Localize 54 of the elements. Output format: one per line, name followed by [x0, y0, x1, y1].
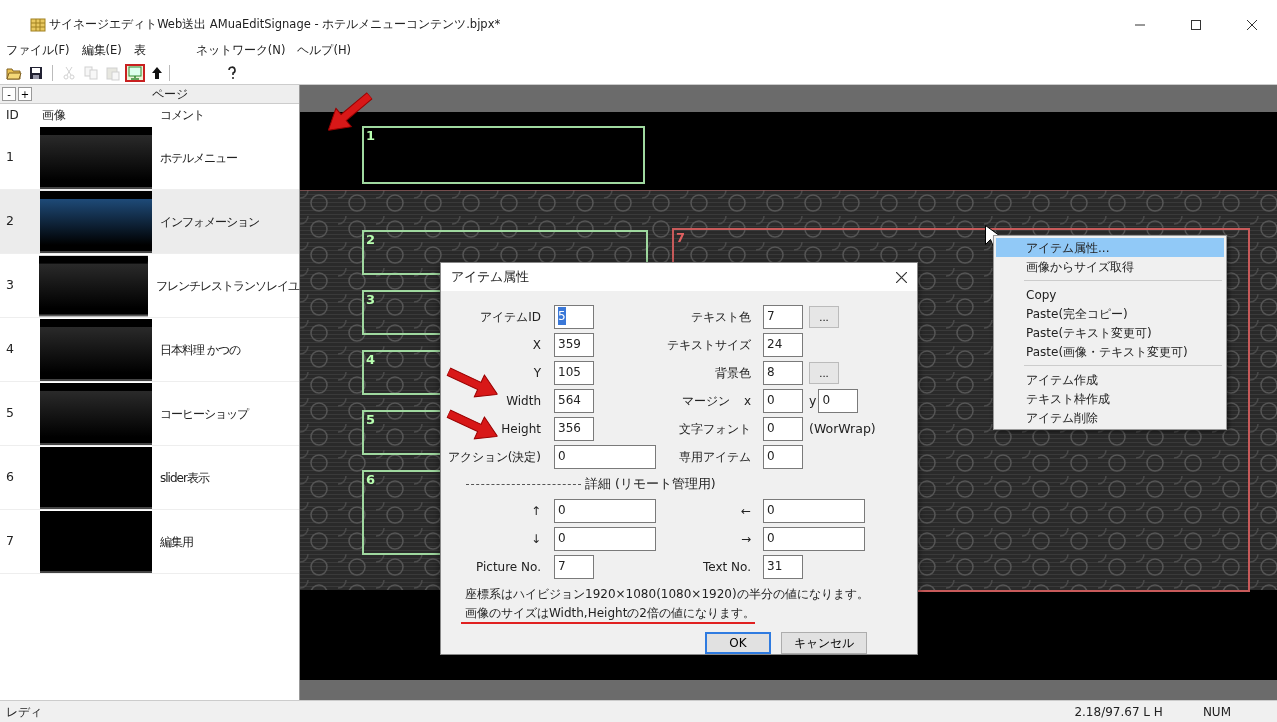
row-id: 5	[5, 404, 15, 423]
dialog-title: アイテム属性	[451, 267, 530, 286]
row-id: 3	[5, 276, 15, 295]
field-label: 背景色	[715, 365, 751, 382]
status-text: 2.18/97.67 L H	[1074, 703, 1163, 721]
column-header: 画像	[41, 107, 67, 124]
note-text: 座標系はハイビジョン1920×1080(1080×1920)の半分の値になります。	[464, 586, 869, 603]
note-text: 画像のサイズはWidth,Heightの2倍の値になります。	[461, 604, 755, 624]
section-label: 詳細 (リモート管理用)	[585, 474, 716, 493]
field-label: Height	[500, 421, 541, 438]
field-label: X	[531, 337, 541, 354]
column-header: コメント	[159, 107, 204, 124]
frame-number: 2	[366, 231, 376, 249]
column-header: ID	[5, 107, 20, 124]
row-comment: コーヒーショップ	[159, 405, 248, 423]
row-id: 1	[5, 148, 15, 167]
field-label: ↑	[529, 503, 541, 520]
frame-number: 1	[366, 127, 376, 145]
panel-header: ページ	[152, 86, 188, 103]
row-id: 7	[5, 532, 15, 551]
row-id: 4	[5, 340, 15, 359]
field-label: アクション(決定)	[446, 449, 541, 466]
frame-number: 4	[366, 351, 376, 369]
frame-number: 6	[366, 471, 376, 489]
field-label: →	[740, 531, 751, 548]
field-label: Picture No.	[475, 559, 541, 576]
field-label: マージン	[681, 393, 730, 410]
row-comment: 編集用	[159, 533, 193, 551]
row-comment: ホテルメニュー	[159, 149, 237, 167]
row-comment: フレンチレストランソレイユ	[155, 277, 299, 295]
frame-number: 7	[676, 229, 686, 247]
window-title: サイネージエディトWeb送出 AMuaEditSignage - ホテルメニューコンテンツ.bjpx*	[49, 16, 501, 34]
field-note: (WorWrap)	[809, 419, 876, 438]
field-label: Y	[532, 365, 541, 382]
field-label: アイテムID	[479, 309, 541, 326]
status-text: レディ	[6, 703, 42, 721]
row-comment: 日本料理 かつの	[159, 341, 240, 359]
frame-number: 3	[366, 291, 376, 309]
row-comment: slider表示	[159, 469, 209, 487]
field-label: テキストサイズ	[667, 337, 751, 354]
field-label: テキスト色	[691, 309, 751, 326]
row-id: 6	[5, 468, 15, 487]
frame-number: 5	[366, 411, 376, 429]
field-label: x	[743, 393, 751, 410]
status-text: NUM	[1202, 703, 1231, 721]
field-label: Text No.	[703, 559, 751, 576]
field-label: Width	[505, 393, 541, 410]
row-id: 2	[5, 212, 15, 231]
field-label: 専用アイテム	[679, 449, 751, 466]
row-comment: インフォメーション	[159, 213, 259, 231]
field-label: ←	[740, 503, 751, 520]
field-label: ↓	[529, 531, 541, 548]
field-label: y	[809, 391, 817, 410]
field-label: 文字フォント	[679, 421, 751, 438]
